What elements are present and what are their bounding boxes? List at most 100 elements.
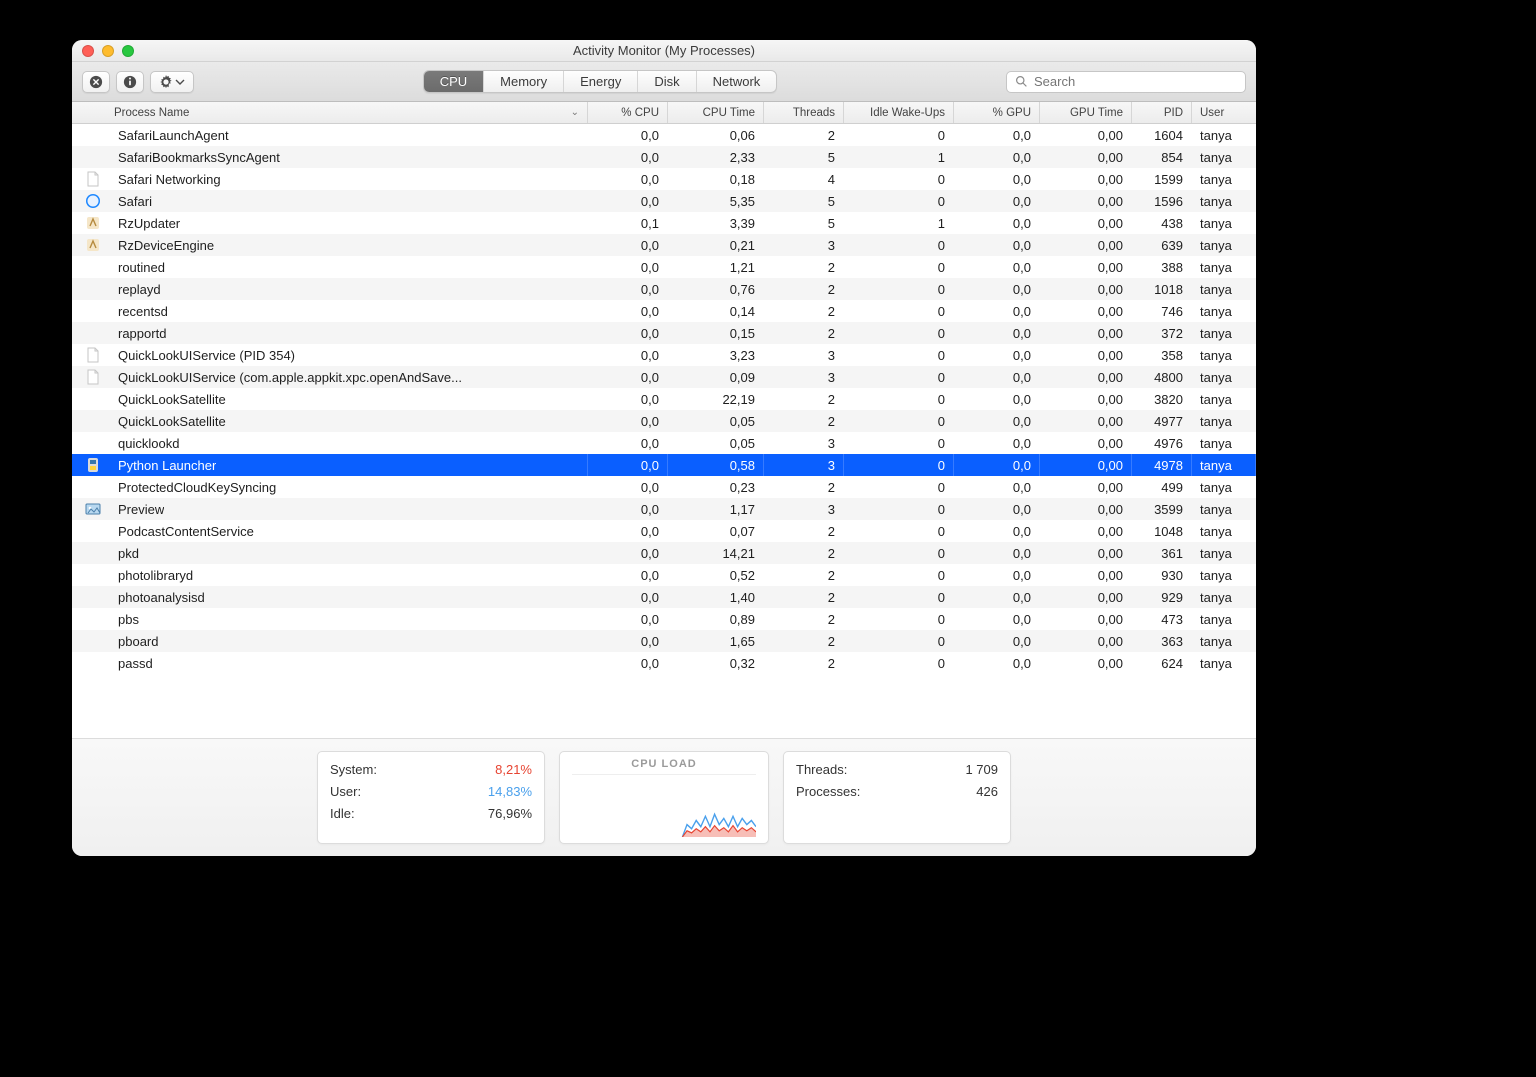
column-header-cpu[interactable]: % CPU [588,102,668,123]
table-row[interactable]: Safari0,05,35500,00,001596tanya [72,190,1256,212]
cell-gputime: 0,00 [1040,190,1132,212]
cell-idlewakeups: 0 [844,388,954,410]
table-row[interactable]: PodcastContentService0,00,07200,00,00104… [72,520,1256,542]
processes-label: Processes: [796,784,860,799]
cell-name: photolibraryd [114,564,588,586]
minimize-window-button[interactable] [102,45,114,57]
table-row[interactable]: quicklookd0,00,05300,00,004976tanya [72,432,1256,454]
stop-process-button[interactable] [82,71,110,93]
table-row[interactable]: Safari Networking0,00,18400,00,001599tan… [72,168,1256,190]
column-header-cputime[interactable]: CPU Time [668,102,764,123]
cell-idlewakeups: 0 [844,586,954,608]
cell-name: pboard [114,630,588,652]
process-icon [72,652,114,674]
cell-threads: 2 [764,520,844,542]
table-row[interactable]: rapportd0,00,15200,00,00372tanya [72,322,1256,344]
cell-cputime: 0,76 [668,278,764,300]
table-row[interactable]: Preview0,01,17300,00,003599tanya [72,498,1256,520]
process-icon [72,608,114,630]
cell-name: passd [114,652,588,674]
table-row[interactable]: QuickLookUIService (PID 354)0,03,23300,0… [72,344,1256,366]
process-icon [72,146,114,168]
cell-threads: 2 [764,652,844,674]
cell-idlewakeups: 0 [844,256,954,278]
cell-name: SafariBookmarksSyncAgent [114,146,588,168]
cell-gpu: 0,0 [954,146,1040,168]
threads-label: Threads: [796,762,847,777]
tab-memory[interactable]: Memory [484,71,564,92]
tab-disk[interactable]: Disk [638,71,696,92]
tab-energy[interactable]: Energy [564,71,638,92]
cell-gpu: 0,0 [954,168,1040,190]
inspect-process-button[interactable] [116,71,144,93]
cell-gputime: 0,00 [1040,520,1132,542]
options-menu-button[interactable] [150,71,194,93]
table-row[interactable]: QuickLookUIService (com.apple.appkit.xpc… [72,366,1256,388]
cell-idlewakeups: 0 [844,498,954,520]
cell-gpu: 0,0 [954,498,1040,520]
cell-pid: 746 [1132,300,1192,322]
search-input[interactable] [1034,74,1237,89]
column-header-idlewakeups[interactable]: Idle Wake-Ups [844,102,954,123]
process-icon [72,190,114,212]
table-row[interactable]: routined0,01,21200,00,00388tanya [72,256,1256,278]
cell-pid: 1599 [1132,168,1192,190]
table-row[interactable]: Python Launcher0,00,58300,00,004978tanya [72,454,1256,476]
cell-cpu: 0,0 [588,388,668,410]
tab-network[interactable]: Network [697,71,777,92]
column-header-gpu[interactable]: % GPU [954,102,1040,123]
table-row[interactable]: QuickLookSatellite0,022,19200,00,003820t… [72,388,1256,410]
column-header-threads[interactable]: Threads [764,102,844,123]
table-row[interactable]: photoanalysisd0,01,40200,00,00929tanya [72,586,1256,608]
cell-gpu: 0,0 [954,564,1040,586]
zoom-window-button[interactable] [122,45,134,57]
table-row[interactable]: pkd0,014,21200,00,00361tanya [72,542,1256,564]
cell-pid: 4800 [1132,366,1192,388]
column-header-user[interactable]: User [1192,102,1256,123]
table-row[interactable]: pboard0,01,65200,00,00363tanya [72,630,1256,652]
cell-idlewakeups: 0 [844,344,954,366]
cell-cpu: 0,0 [588,256,668,278]
table-row[interactable]: passd0,00,32200,00,00624tanya [72,652,1256,674]
process-icon [72,124,114,146]
cell-gpu: 0,0 [954,366,1040,388]
cell-gpu: 0,0 [954,608,1040,630]
cell-cputime: 5,35 [668,190,764,212]
cell-pid: 4978 [1132,454,1192,476]
cell-cpu: 0,0 [588,630,668,652]
table-row[interactable]: SafariLaunchAgent0,00,06200,00,001604tan… [72,124,1256,146]
cell-cpu: 0,0 [588,586,668,608]
cell-gputime: 0,00 [1040,586,1132,608]
cell-gpu: 0,0 [954,432,1040,454]
cell-threads: 2 [764,124,844,146]
cell-idlewakeups: 1 [844,146,954,168]
cell-gputime: 0,00 [1040,630,1132,652]
table-row[interactable]: recentsd0,00,14200,00,00746tanya [72,300,1256,322]
table-row[interactable]: replayd0,00,76200,00,001018tanya [72,278,1256,300]
cell-idlewakeups: 0 [844,652,954,674]
cell-threads: 2 [764,608,844,630]
cell-name: QuickLookUIService (PID 354) [114,344,588,366]
tab-cpu[interactable]: CPU [424,71,484,92]
close-window-button[interactable] [82,45,94,57]
column-header-gputime[interactable]: GPU Time [1040,102,1132,123]
cell-gpu: 0,0 [954,322,1040,344]
search-field[interactable] [1006,71,1246,93]
table-row[interactable]: pbs0,00,89200,00,00473tanya [72,608,1256,630]
table-row[interactable]: QuickLookSatellite0,00,05200,00,004977ta… [72,410,1256,432]
column-header-name[interactable]: Process Name ⌄ [114,102,588,123]
cell-user: tanya [1192,454,1256,476]
cell-cpu: 0,0 [588,454,668,476]
table-body[interactable]: SafariLaunchAgent0,00,06200,00,001604tan… [72,124,1256,738]
cell-threads: 2 [764,630,844,652]
cell-pid: 1604 [1132,124,1192,146]
cell-threads: 2 [764,256,844,278]
cell-user: tanya [1192,520,1256,542]
table-row[interactable]: RzUpdater0,13,39510,00,00438tanya [72,212,1256,234]
table-row[interactable]: RzDeviceEngine0,00,21300,00,00639tanya [72,234,1256,256]
cell-gpu: 0,0 [954,476,1040,498]
table-row[interactable]: ProtectedCloudKeySyncing0,00,23200,00,00… [72,476,1256,498]
column-header-pid[interactable]: PID [1132,102,1192,123]
table-row[interactable]: photolibraryd0,00,52200,00,00930tanya [72,564,1256,586]
table-row[interactable]: SafariBookmarksSyncAgent0,02,33510,00,00… [72,146,1256,168]
